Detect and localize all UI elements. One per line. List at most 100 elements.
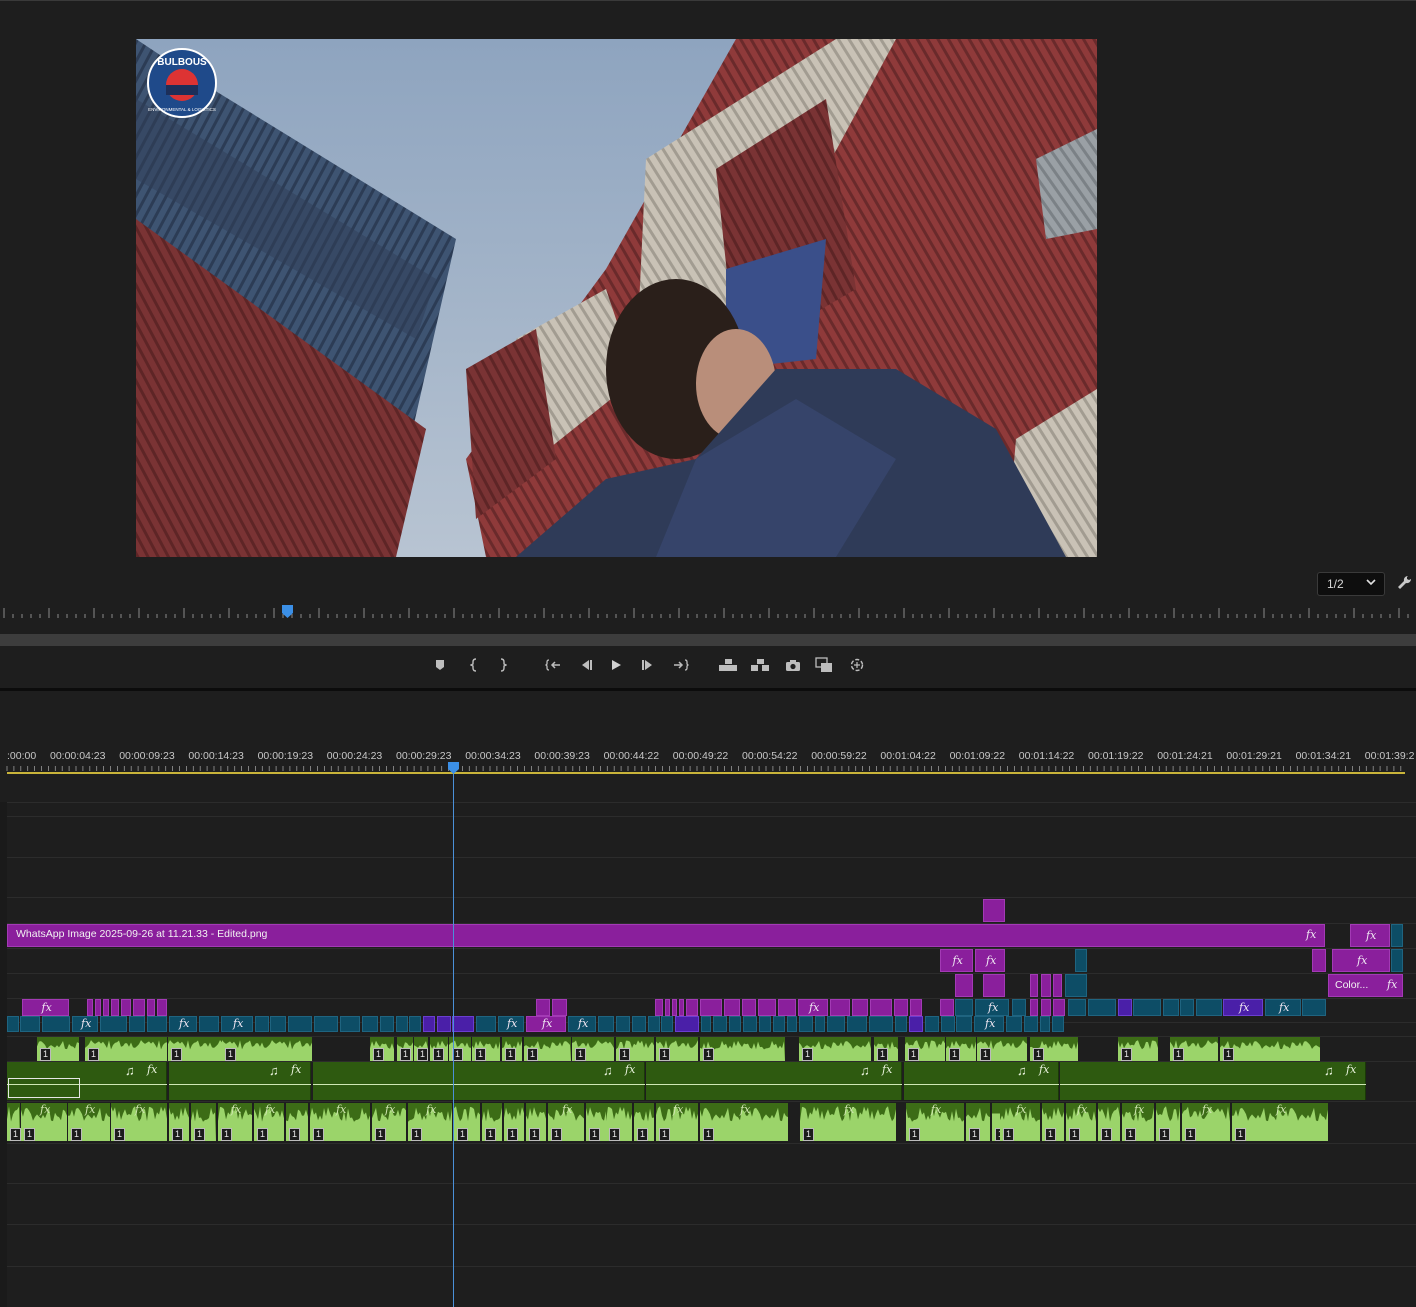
video-clip[interactable] [778, 999, 796, 1016]
video-clip[interactable]: fx [798, 999, 828, 1016]
video-clip[interactable] [255, 1016, 269, 1032]
video-clip[interactable] [1012, 999, 1026, 1016]
video-clip[interactable] [288, 1016, 312, 1032]
resolution-dropdown[interactable]: 1/2 [1317, 572, 1385, 596]
video-clip[interactable] [100, 1016, 127, 1032]
audio-clip[interactable]: 1 fx [310, 1103, 370, 1141]
audio-clip[interactable]: 1 [472, 1037, 500, 1061]
monitor-time-ruler[interactable] [0, 604, 1416, 624]
audio-clip[interactable]: 1 fx [700, 1103, 788, 1141]
go-to-in-button[interactable] [543, 656, 563, 674]
audio-clip[interactable]: ♫ fx [1060, 1062, 1366, 1100]
audio-clip[interactable]: 1 fx [111, 1103, 167, 1141]
video-clip[interactable] [87, 999, 93, 1016]
video-clip[interactable]: fx [975, 999, 1009, 1016]
video-clip[interactable] [655, 999, 663, 1016]
video-clip[interactable] [1052, 1016, 1064, 1032]
video-clip[interactable] [20, 1016, 40, 1032]
video-clip[interactable] [815, 1016, 825, 1032]
video-clip[interactable] [869, 1016, 893, 1032]
audio-clip[interactable]: 1 [397, 1037, 413, 1061]
audio-clip[interactable]: 1 fx [548, 1103, 584, 1141]
video-clip[interactable] [1391, 949, 1403, 972]
audio-clip[interactable]: 1 fx [800, 1103, 896, 1141]
go-to-out-button[interactable] [671, 656, 691, 674]
wrench-icon[interactable] [1396, 574, 1412, 592]
step-back-button[interactable] [576, 656, 596, 674]
audio-clip[interactable]: ♫ fx [313, 1062, 645, 1100]
audio-clip[interactable]: 1 fx [1066, 1103, 1096, 1141]
audio-clip[interactable]: 1 [966, 1103, 990, 1141]
video-clip[interactable] [983, 899, 1005, 922]
video-clip[interactable] [1302, 999, 1326, 1016]
mark-in-button[interactable] [464, 656, 484, 674]
video-clip[interactable] [724, 999, 740, 1016]
audio-clip[interactable]: 1 fx [1232, 1103, 1328, 1141]
video-clip[interactable] [925, 1016, 939, 1032]
audio-clip[interactable]: 1 [85, 1037, 167, 1061]
audio-clip[interactable]: ♫ fx [904, 1062, 1059, 1100]
video-clip[interactable] [7, 1016, 19, 1032]
video-clip[interactable] [552, 999, 567, 1016]
video-clip[interactable] [743, 1016, 757, 1032]
video-clip[interactable]: fx [974, 1016, 1004, 1032]
audio-clip[interactable]: 1 [1220, 1037, 1320, 1061]
add-marker-button[interactable] [430, 656, 450, 674]
audio-clip[interactable]: 1 [977, 1037, 1027, 1061]
audio-clip[interactable]: 1 [572, 1037, 614, 1061]
timeline-ruler-ticks[interactable] [0, 763, 1416, 777]
audio-clip[interactable]: 1 [606, 1103, 632, 1141]
video-clip[interactable] [476, 1016, 496, 1032]
video-clip[interactable] [133, 999, 145, 1016]
video-clip[interactable] [852, 999, 868, 1016]
monitor-playhead[interactable] [282, 605, 293, 618]
export-frame-button[interactable] [783, 656, 803, 674]
audio-clip[interactable]: 1 fx [1122, 1103, 1154, 1141]
video-clip[interactable]: fx [975, 949, 1005, 972]
video-clip[interactable] [773, 1016, 785, 1032]
audio-clip[interactable]: 1 fx [21, 1103, 67, 1141]
video-clip[interactable]: fx [940, 949, 973, 972]
video-clip[interactable] [648, 1016, 660, 1032]
video-clip[interactable] [894, 999, 908, 1016]
video-clip[interactable] [759, 1016, 771, 1032]
keyframe-box[interactable] [8, 1078, 80, 1098]
video-clip[interactable]: fx [1265, 999, 1301, 1016]
audio-clip[interactable]: 1 [1098, 1103, 1120, 1141]
video-clip[interactable] [409, 1016, 421, 1032]
audio-clip[interactable]: 1 [1030, 1037, 1078, 1061]
video-clip[interactable] [941, 1016, 955, 1032]
audio-clip[interactable]: 1 fx [254, 1103, 284, 1141]
video-clip[interactable] [870, 999, 892, 1016]
video-clip[interactable]: fx [22, 999, 69, 1016]
audio-clip[interactable]: 1 [700, 1037, 785, 1061]
audio-clip[interactable]: 1 [37, 1037, 79, 1061]
video-clip[interactable] [1006, 1016, 1022, 1032]
video-clip[interactable] [1312, 949, 1326, 972]
video-clip[interactable] [536, 999, 550, 1016]
video-clip[interactable] [827, 1016, 845, 1032]
audio-clip[interactable]: 1 fx [1182, 1103, 1230, 1141]
audio-clip[interactable]: 1 fx [372, 1103, 406, 1141]
mark-out-button[interactable] [493, 656, 513, 674]
step-forward-button[interactable] [638, 656, 658, 674]
audio-clip[interactable]: 1 [524, 1037, 571, 1061]
video-clip[interactable] [270, 1016, 286, 1032]
video-clip[interactable] [940, 999, 954, 1016]
video-clip[interactable] [729, 1016, 741, 1032]
video-clip[interactable] [103, 999, 109, 1016]
video-clip[interactable] [956, 1016, 972, 1032]
audio-clip[interactable]: ♫ fx [646, 1062, 902, 1100]
audio-clip[interactable]: 1 [370, 1037, 394, 1061]
video-clip[interactable] [314, 1016, 338, 1032]
audio-clip[interactable]: 1 [504, 1103, 524, 1141]
video-clip[interactable] [701, 1016, 711, 1032]
audio-clip[interactable]: 1 [286, 1103, 308, 1141]
video-clip[interactable] [380, 1016, 394, 1032]
video-clip[interactable] [847, 1016, 867, 1032]
video-clip[interactable] [147, 999, 155, 1016]
video-clip[interactable] [1163, 999, 1179, 1016]
video-clip[interactable]: Color... fx [1328, 974, 1403, 997]
audio-clip[interactable]: 1 [430, 1037, 448, 1061]
video-clip[interactable] [1196, 999, 1222, 1016]
